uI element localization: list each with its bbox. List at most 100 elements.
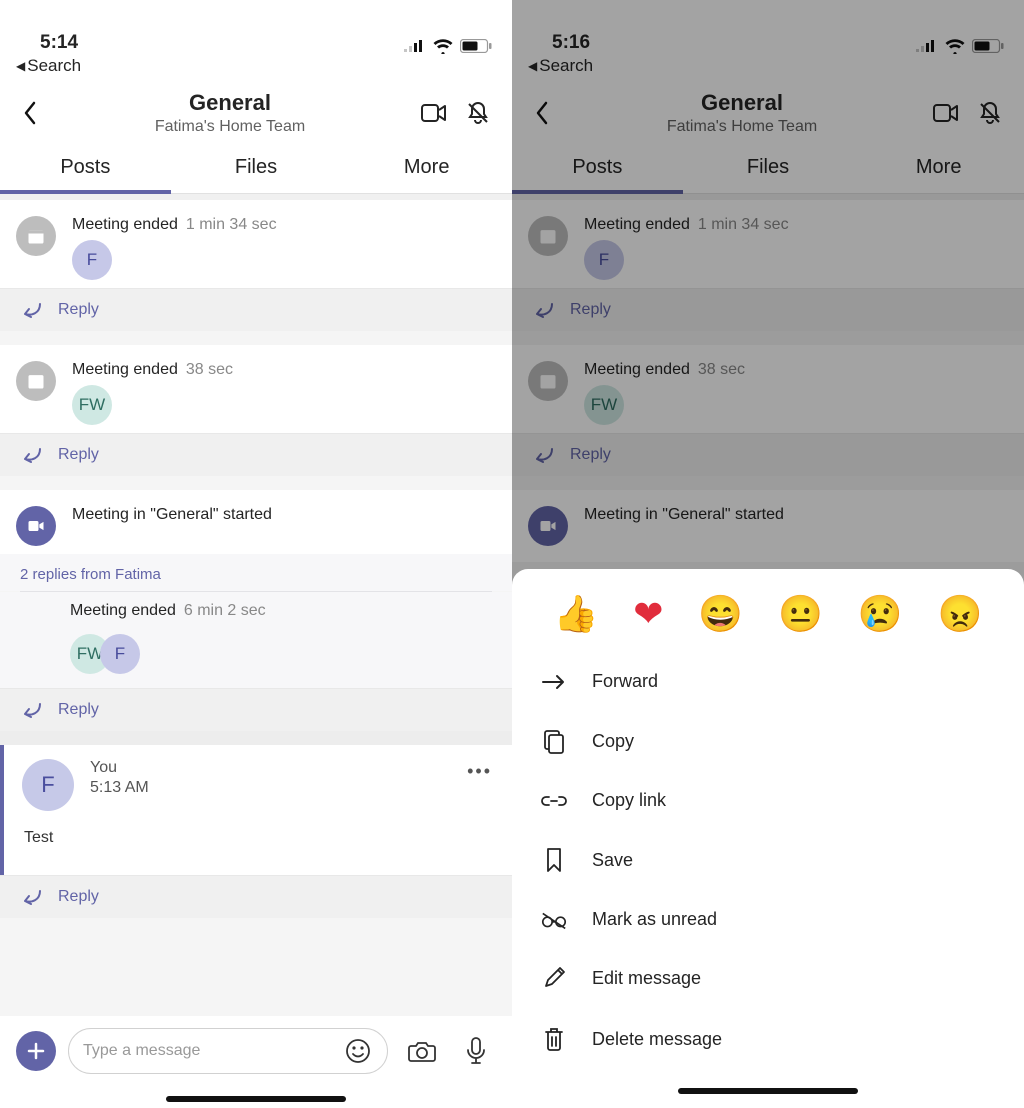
chevron-left-icon [22,101,38,125]
back-to-search[interactable]: ◀ Search [0,56,512,84]
back-label: Search [27,56,81,76]
forward-arrow-icon [540,673,568,691]
reply-button: Reply [512,433,1024,476]
meeting-duration: 6 min 2 sec [184,602,266,619]
link-icon [540,793,568,809]
reaction-laugh[interactable]: 😄 [698,593,743,635]
action-label: Mark as unread [592,909,717,930]
bookmark-icon [540,847,568,873]
reply-button: Reply [512,288,1024,331]
reaction-like[interactable]: 👍 [553,593,598,635]
action-delete[interactable]: Delete message [512,1008,1024,1070]
reply-label: Reply [58,888,99,906]
reply-arrow-icon [20,446,42,464]
tab-more[interactable]: More [341,144,512,193]
meeting-ended-post[interactable]: Meeting ended38 sec FW [0,345,512,433]
add-button[interactable] [16,1031,56,1071]
meeting-started-label: Meeting in "General" started [72,506,272,524]
attendee-avatar: F [100,634,140,674]
reply-button[interactable]: Reply [0,875,512,918]
meeting-started-post[interactable]: Meeting in "General" started [0,490,512,554]
notifications-button [968,100,1012,126]
message-body: Test [4,829,512,875]
status-time: 5:16 [532,32,590,54]
message-input[interactable]: Type a message [68,1028,388,1074]
meeting-ended-label: Meeting ended6 min 2 sec [70,592,492,620]
cellular-icon [916,39,938,53]
battery-icon [972,39,1004,53]
meeting-ended-post[interactable]: Meeting ended1 min 34 sec F [0,200,512,288]
meeting-ended-post: Meeting ended38 sec FW [512,345,1024,433]
action-label: Edit message [592,968,701,989]
meeting-ended-label: Meeting ended1 min 34 sec [72,216,277,234]
message-time: 5:13 AM [90,779,149,797]
meeting-ended-post: Meeting ended1 min 34 sec F [512,200,1024,288]
calendar-icon [16,216,56,256]
team-name: Fatima's Home Team [560,118,924,136]
channel-header: General Fatima's Home Team [0,84,512,144]
sender-name: You [90,759,149,777]
channel-tabs: Posts Files More [0,144,512,194]
reaction-heart[interactable]: ❤ [633,593,663,635]
action-forward[interactable]: Forward [512,653,1024,710]
plus-icon [26,1041,46,1061]
posts-feed[interactable]: Meeting ended1 min 34 sec F Reply Meetin… [0,200,512,1016]
reply-arrow-icon [20,301,42,319]
status-icons [916,38,1004,54]
notifications-button[interactable] [456,100,500,126]
reply-button[interactable]: Reply [0,288,512,331]
meeting-started-label: Meeting in "General" started [584,506,784,524]
microphone-button[interactable] [456,1036,496,1066]
tab-posts[interactable]: Posts [0,144,171,193]
reaction-sad[interactable]: 😢 [858,593,903,635]
reaction-surprised[interactable]: 😐 [778,593,823,635]
back-label: Search [539,56,593,76]
back-to-search[interactable]: ◀ Search [512,56,1024,84]
meeting-ended-label: Meeting ended1 min 34 sec [584,216,789,234]
status-bar: 5:16 [512,0,1024,56]
reply-arrow-icon [20,701,42,719]
sender-avatar: F [22,759,74,811]
bell-off-icon [977,100,1003,126]
message-more-button[interactable]: ••• [467,761,492,782]
wifi-icon [944,38,966,54]
tab-more: More [853,144,1024,193]
action-mark-unread[interactable]: Mark as unread [512,891,1024,948]
post-gap [512,476,1024,490]
trash-icon [540,1026,568,1052]
attendee-avatar: F [584,240,624,280]
action-copy[interactable]: Copy [512,710,1024,772]
battery-icon [460,39,492,53]
action-edit[interactable]: Edit message [512,948,1024,1008]
tab-files[interactable]: Files [171,144,342,193]
meeting-duration: 1 min 34 sec [186,216,277,233]
attendee-avatar: FW [72,385,112,425]
meeting-video-icon [16,506,56,546]
emoji-button[interactable] [343,1038,373,1064]
user-message-post[interactable]: ••• F You 5:13 AM Test [0,745,512,875]
reply-label: Reply [58,301,99,319]
input-placeholder: Type a message [83,1042,333,1060]
header-titles: General Fatima's Home Team [48,90,412,136]
meet-now-button[interactable] [412,102,456,124]
action-label: Delete message [592,1029,722,1050]
action-copy-link[interactable]: Copy link [512,772,1024,829]
action-save[interactable]: Save [512,829,1024,891]
reply-label: Reply [58,446,99,464]
back-button[interactable] [12,101,48,125]
camera-button[interactable] [400,1038,444,1064]
video-icon [933,102,959,124]
reaction-picker: 👍 ❤ 😄 😐 😢 😠 [512,587,1024,653]
calendar-icon [528,216,568,256]
reply-arrow-icon [532,301,554,319]
channel-name: General [48,90,412,116]
reply-arrow-icon [532,446,554,464]
reply-button[interactable]: Reply [0,433,512,476]
replies-summary[interactable]: 2 replies from Fatima [0,554,512,591]
message-composer: Type a message [0,1016,512,1078]
action-label: Save [592,850,633,871]
reply-button[interactable]: Reply [0,688,512,731]
reaction-angry[interactable]: 😠 [938,593,983,635]
post-gap [0,731,512,745]
camera-icon [407,1038,437,1064]
